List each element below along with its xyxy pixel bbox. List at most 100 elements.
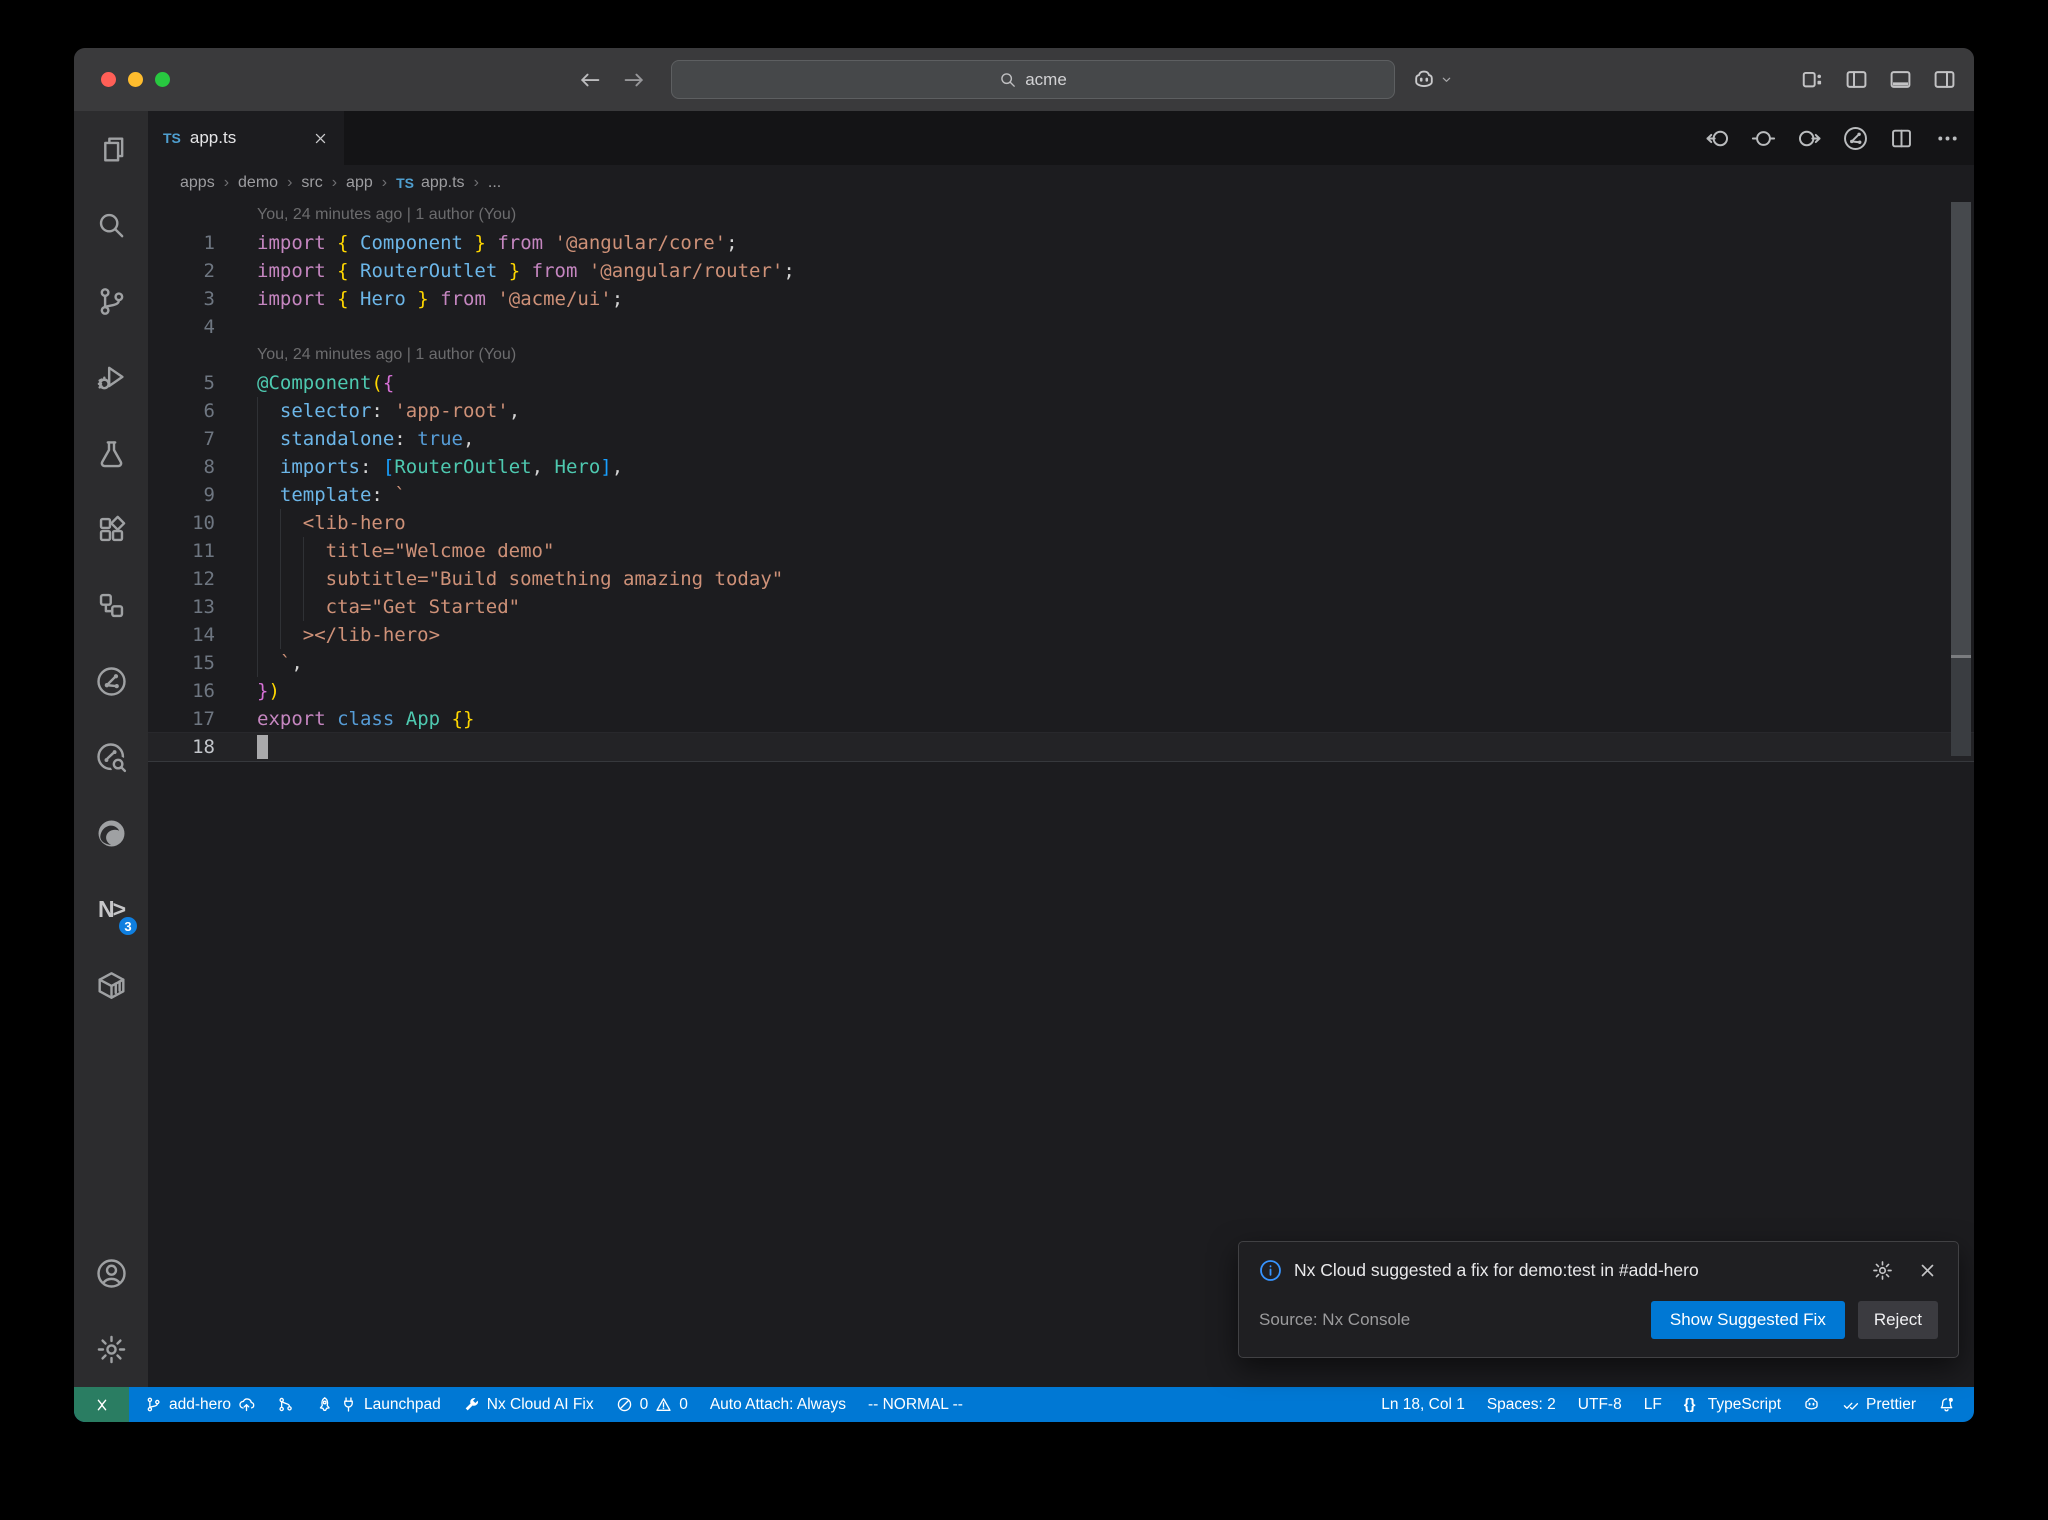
indentation-status[interactable]: Spaces: 2 — [1476, 1387, 1567, 1422]
activity-item-testing[interactable] — [74, 415, 148, 491]
code-line-13[interactable]: 13 cta="Get Started" — [148, 593, 1974, 621]
indent-guide — [257, 621, 258, 649]
remote-indicator[interactable] — [74, 1387, 129, 1422]
formatter-status[interactable]: Prettier — [1831, 1387, 1927, 1422]
minimize-window-button[interactable] — [128, 72, 143, 87]
nav-current-button[interactable] — [1751, 126, 1776, 151]
split-editor-button[interactable] — [1889, 126, 1914, 151]
toggle-panel-button[interactable] — [1888, 67, 1913, 92]
reject-button[interactable]: Reject — [1857, 1301, 1938, 1339]
code-line-12[interactable]: 12 subtitle="Build something amazing tod… — [148, 565, 1974, 593]
close-window-button[interactable] — [101, 72, 116, 87]
info-icon — [1259, 1259, 1282, 1282]
auto-attach-status[interactable]: Auto Attach: Always — [699, 1387, 857, 1422]
copilot-status[interactable] — [1792, 1387, 1831, 1422]
activity-item-explorer[interactable] — [74, 111, 148, 187]
breadcrumb-item-app[interactable]: app — [346, 174, 373, 192]
code-line-5[interactable]: 5 @Component({ — [148, 369, 1974, 397]
language-status[interactable]: {} TypeScript — [1673, 1387, 1792, 1422]
git-graph-status[interactable] — [266, 1387, 305, 1422]
status-label: UTF-8 — [1577, 1395, 1622, 1413]
code-line-18[interactable]: 18 — [148, 733, 1974, 761]
notification-settings-gear-icon[interactable] — [1872, 1260, 1893, 1281]
cursor-position-status[interactable]: Ln 18, Col 1 — [1370, 1387, 1476, 1422]
gear-icon — [96, 1334, 127, 1365]
error-icon — [616, 1396, 633, 1413]
command-center-search[interactable]: acme — [671, 60, 1395, 99]
activity-item-edge-browser[interactable] — [74, 795, 148, 871]
code-line-8[interactable]: 8 imports: [RouterOutlet, Hero], — [148, 453, 1974, 481]
notification-close-icon[interactable] — [1917, 1260, 1938, 1281]
code-line-17[interactable]: 17 export class App {} — [148, 705, 1974, 733]
code-text: title="Welcmoe demo" — [257, 540, 555, 562]
code-line-11[interactable]: 11 title="Welcmoe demo" — [148, 537, 1974, 565]
zoom-window-button[interactable] — [155, 72, 170, 87]
nx-cloud-ai-fix-status[interactable]: Nx Cloud AI Fix — [452, 1387, 605, 1422]
close-tab-icon[interactable] — [312, 130, 329, 147]
nav-forward-button[interactable] — [1797, 126, 1822, 151]
activity-item-run-and-debug[interactable] — [74, 339, 148, 415]
plug-icon — [340, 1396, 357, 1413]
code-line-16[interactable]: 16}) — [148, 677, 1974, 705]
history-back-button[interactable] — [578, 48, 602, 111]
activity-item-nx-console[interactable]: N> 3 — [74, 871, 148, 947]
breadcrumb-file[interactable]: TS app.ts — [396, 174, 464, 192]
code-line-10[interactable]: 10 <lib-hero — [148, 509, 1974, 537]
vim-mode-status[interactable]: -- NORMAL -- — [857, 1387, 974, 1422]
activity-item-accounts[interactable] — [74, 1235, 148, 1311]
code-line-4[interactable]: 4 — [148, 313, 1974, 341]
git-branch-status[interactable]: add-hero — [134, 1387, 266, 1422]
activity-item-source-control[interactable] — [74, 263, 148, 339]
breadcrumb-item-src[interactable]: src — [301, 174, 322, 192]
activity-item-project-hierarchy[interactable] — [74, 567, 148, 643]
code-line-2[interactable]: 2 import { RouterOutlet } from '@angular/… — [148, 257, 1974, 285]
code-text: subtitle="Build something amazing today" — [257, 568, 784, 590]
nx-run-target-button[interactable] — [1843, 126, 1868, 151]
code-line-14[interactable]: 14 ></lib-hero> — [148, 621, 1974, 649]
code-line-3[interactable]: 3 import { Hero } from '@acme/ui'; — [148, 285, 1974, 313]
code-line-7[interactable]: 7 standalone: true, — [148, 425, 1974, 453]
code-line-15[interactable]: 15 `, — [148, 649, 1974, 677]
indent-guide — [257, 565, 258, 593]
breadcrumb-item-apps[interactable]: apps — [180, 174, 215, 192]
history-forward-button[interactable] — [622, 48, 646, 111]
code-line-1[interactable]: 1 import { Component } from '@angular/cor… — [148, 229, 1974, 257]
code-text: selector: 'app-root', — [279, 400, 521, 422]
vscode-window: acme N> 3 TS app.ts apps › demo › src › app › TS a… — [74, 48, 1974, 1422]
activity-item-settings[interactable] — [74, 1311, 148, 1387]
activity-item-nx-graph-search[interactable] — [74, 719, 148, 795]
indent-guide — [302, 565, 304, 593]
breadcrumb-item-demo[interactable]: demo — [238, 174, 278, 192]
nav-back-button[interactable] — [1705, 126, 1730, 151]
toggle-secondary-sidebar-button[interactable] — [1932, 67, 1957, 92]
code-line-6[interactable]: 6 selector: 'app-root', — [148, 397, 1974, 425]
search-icon — [96, 210, 127, 241]
customize-layout-button[interactable] — [1800, 67, 1825, 92]
traffic-lights — [101, 48, 170, 111]
line-number: 8 — [203, 456, 215, 478]
toggle-primary-sidebar-button[interactable] — [1844, 67, 1869, 92]
eol-status[interactable]: LF — [1633, 1387, 1673, 1422]
copilot-menu-button[interactable] — [1412, 48, 1454, 111]
activity-item-extensions[interactable] — [74, 491, 148, 567]
tab-app-ts[interactable]: TS app.ts — [148, 111, 344, 165]
line-number: 17 — [192, 708, 215, 730]
activity-item-containers[interactable] — [74, 947, 148, 1023]
status-label: add-hero — [169, 1395, 232, 1413]
breadcrumb-symbol-tail[interactable]: ... — [488, 174, 501, 192]
encoding-status[interactable]: UTF-8 — [1567, 1387, 1633, 1422]
activity-item-search[interactable] — [74, 187, 148, 263]
show-suggested-fix-button[interactable]: Show Suggested Fix — [1650, 1301, 1845, 1339]
line-number: 11 — [192, 540, 215, 562]
editor-scrollbar[interactable] — [1951, 202, 1971, 756]
line-number: 18 — [192, 736, 215, 758]
notifications-bell[interactable] — [1927, 1387, 1966, 1422]
problems-status[interactable]: 00 — [605, 1387, 699, 1422]
more-actions-button[interactable] — [1935, 126, 1960, 151]
activity-item-nx-project-graph[interactable] — [74, 643, 148, 719]
code-line-9[interactable]: 9 template: ` — [148, 481, 1974, 509]
code-editor[interactable]: You, 24 minutes ago | 1 author (You) 1 imp… — [148, 201, 1974, 1387]
activity-bar: N> 3 — [74, 111, 148, 1387]
launchpad-status[interactable]: Launchpad — [305, 1387, 452, 1422]
scrollbar-thumb[interactable] — [1951, 202, 1971, 655]
